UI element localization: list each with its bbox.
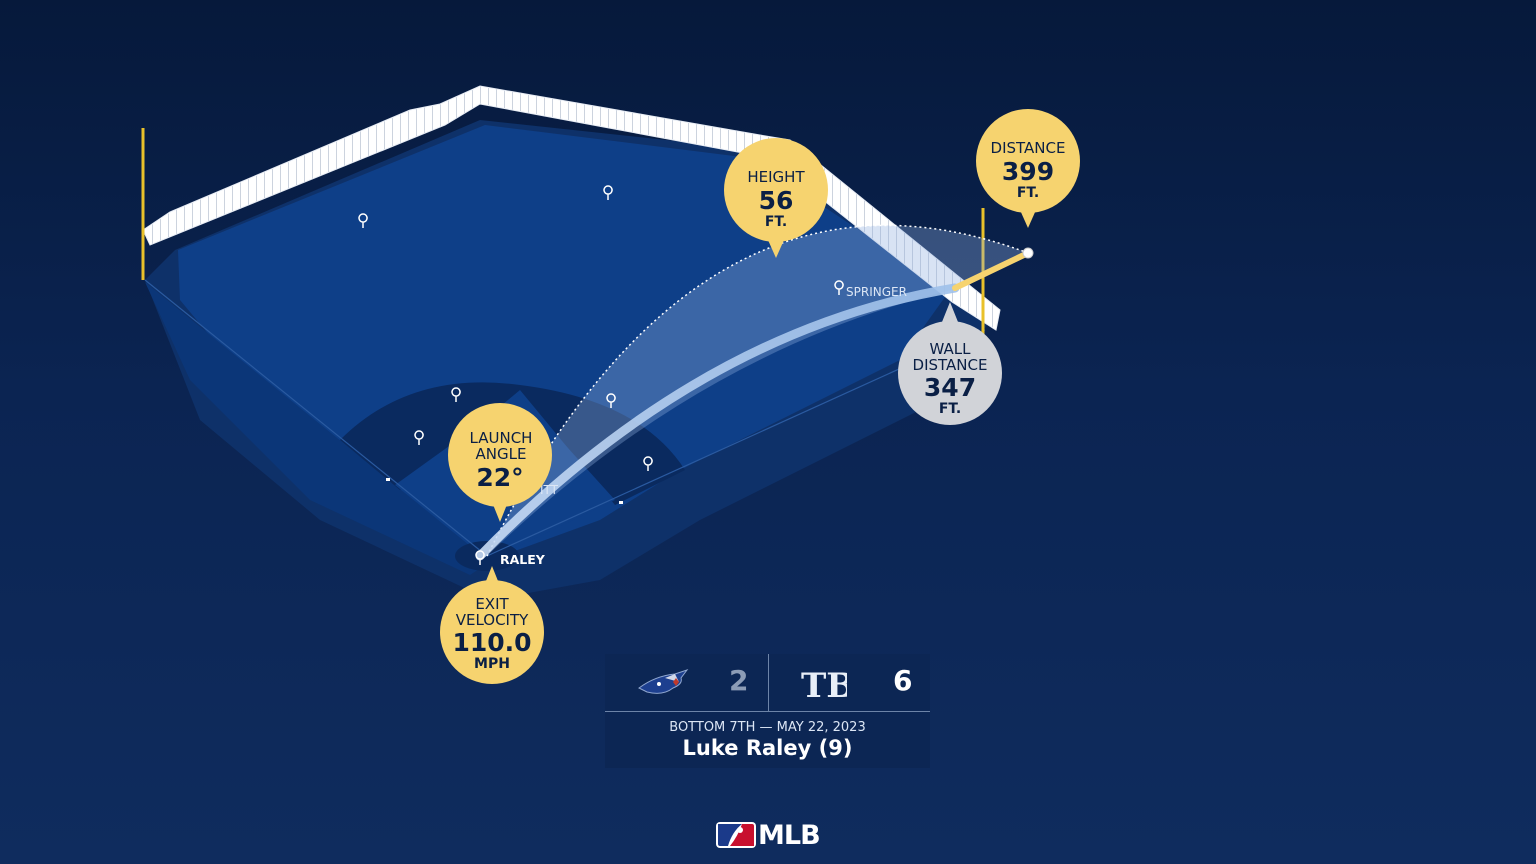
ball-landing-point	[1022, 247, 1034, 259]
away-score: 2	[729, 664, 749, 697]
distance-label: DISTANCE	[991, 139, 1066, 157]
blue-jays-logo	[638, 669, 689, 694]
height-value: 56	[759, 186, 794, 215]
exit-velocity-label-2: VELOCITY	[456, 611, 529, 629]
distance-unit: FT.	[1017, 185, 1039, 201]
wall-distance-unit: FT.	[939, 401, 961, 417]
score-divider	[768, 654, 769, 711]
wall-distance-label-2: DISTANCE	[913, 356, 988, 374]
player-title: Luke Raley (9)	[682, 736, 853, 760]
height-unit: FT.	[765, 214, 787, 230]
launch-angle-value: 22°	[476, 463, 523, 492]
wall-distance-value: 347	[924, 373, 976, 402]
base-marker	[619, 501, 623, 504]
distance-value: 399	[1002, 157, 1054, 186]
rays-logo: TB	[801, 666, 847, 706]
game-info: BOTTOM 7TH — MAY 22, 2023	[669, 720, 866, 735]
height-label: HEIGHT	[747, 168, 805, 186]
player-label-batter: RALEY	[500, 552, 546, 567]
launch-angle-label-2: ANGLE	[476, 445, 527, 463]
scoreboard: 2 TB 6 BOTTOM 7TH — MAY 22, 2023 Luke Ra…	[605, 654, 930, 768]
player-label-partial: ITT	[540, 483, 559, 497]
mlb-logo: MLB	[716, 819, 821, 851]
distance-bubble: DISTANCE 399 FT.	[976, 109, 1080, 228]
exit-velocity-unit: MPH	[474, 656, 510, 672]
mlb-batter-icon	[716, 822, 756, 848]
home-score: 6	[893, 664, 913, 697]
score-row: 2 TB 6	[605, 654, 930, 712]
base-marker	[386, 478, 390, 481]
mlb-text: MLB	[758, 819, 821, 851]
exit-velocity-value: 110.0	[452, 628, 531, 657]
rays-logo-text: TB	[801, 666, 847, 706]
player-label-springer: SPRINGER	[846, 285, 907, 299]
